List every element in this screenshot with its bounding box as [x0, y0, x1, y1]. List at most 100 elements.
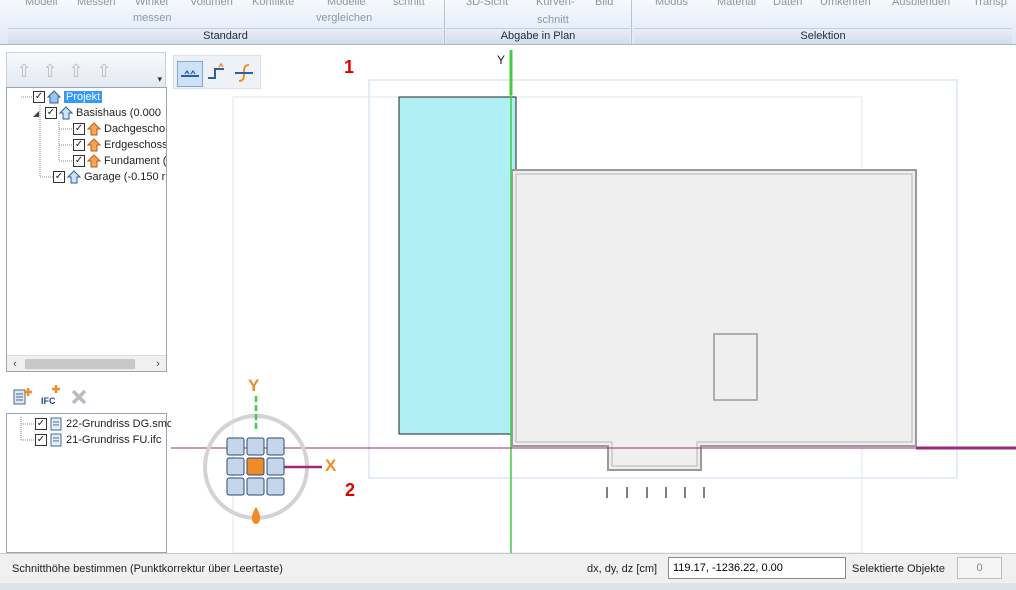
- ribbon-button[interactable]: Ausblenden: [892, 0, 950, 8]
- project-house-icon: [47, 90, 61, 104]
- ribbon-schnitt-label[interactable]: schnitt: [537, 14, 569, 26]
- storey-icon: [87, 138, 101, 152]
- tree-item-label: Erdgeschoss: [104, 139, 167, 151]
- section-plane-button[interactable]: [177, 61, 203, 87]
- storey-icon: [87, 154, 101, 168]
- checkbox[interactable]: ✓: [73, 123, 85, 135]
- tree-item-label: Projekt: [64, 91, 103, 103]
- group-separator: [444, 0, 445, 44]
- viewport-drawing: [171, 50, 1016, 553]
- view-mode-toolbar: [173, 55, 261, 89]
- ribbon-button[interactable]: Konflikte: [252, 0, 294, 8]
- ribbon-button[interactable]: Bild: [595, 0, 613, 8]
- ribbon-button[interactable]: Kurven-: [536, 0, 575, 8]
- tree-item-dachgeschoss[interactable]: ✓ Dachgescho: [73, 121, 165, 137]
- coordinate-label: dx, dy, dz [cm]: [587, 563, 658, 575]
- ribbon-button[interactable]: Daten: [773, 0, 802, 8]
- group-separator: [631, 0, 632, 44]
- marker-2: 2: [345, 480, 356, 500]
- move-up-icon[interactable]: ⇧: [39, 60, 61, 82]
- section-plane-icon: [181, 69, 199, 77]
- file-item[interactable]: ✓ 22-Grundriss DG.smc: [35, 416, 172, 432]
- horizontal-scrollbar[interactable]: ‹ ›: [7, 355, 166, 371]
- ribbon-button[interactable]: Winkel: [135, 0, 168, 8]
- ribbon-button[interactable]: Material: [717, 0, 756, 8]
- gizmo-y-label: Y: [248, 376, 260, 395]
- ribbon-button[interactable]: schnitt: [393, 0, 425, 8]
- document-icon: [50, 417, 62, 431]
- checkbox[interactable]: ✓: [35, 434, 47, 446]
- tree-item-fundament[interactable]: ✓ Fundament (: [73, 153, 166, 169]
- storey-icon: [87, 122, 101, 136]
- add-ifc-button[interactable]: IFC: [41, 396, 56, 406]
- expand-icon[interactable]: ◢: [33, 109, 43, 118]
- gizmo-x-label: X: [325, 456, 337, 475]
- toolbar-overflow-icon[interactable]: ▾: [157, 74, 162, 85]
- tree-item-label: Dachgescho: [104, 123, 166, 135]
- step-section-icon: [208, 62, 224, 79]
- selected-objects-label: Selektierte Objekte: [852, 563, 945, 575]
- marker-1: 1: [344, 57, 355, 77]
- move-up-icon[interactable]: ⇧: [93, 60, 115, 82]
- curve-section-button[interactable]: [232, 61, 258, 87]
- ribbon: Modell Messen Winkel Volumen Konflikte Modell…: [0, 0, 1016, 45]
- group-abgabe-in-plan: Abgabe in Plan: [446, 28, 630, 44]
- tree-item-basishaus[interactable]: ◢ ✓ Basishaus (0.000: [33, 105, 161, 121]
- grey-building[interactable]: [511, 169, 917, 471]
- checkbox[interactable]: ✓: [73, 139, 85, 151]
- step-section-button[interactable]: [205, 61, 231, 87]
- group-standard: Standard: [8, 28, 443, 44]
- scroll-right-icon[interactable]: ›: [150, 356, 166, 371]
- tree-item-erdgeschoss[interactable]: ✓ Erdgeschoss: [73, 137, 167, 153]
- delete-icon[interactable]: [70, 388, 88, 406]
- tree-item-projekt[interactable]: ✓ Projekt: [33, 89, 103, 105]
- ribbon-button[interactable]: Modus: [655, 0, 688, 8]
- building-icon: [59, 106, 73, 120]
- add-model-icon[interactable]: [12, 386, 34, 408]
- checkbox[interactable]: ✓: [53, 171, 65, 183]
- tree-item-label: Garage (-0.150 r: [84, 171, 166, 183]
- checkbox[interactable]: ✓: [45, 107, 57, 119]
- y-axis-label: Y: [497, 53, 506, 67]
- ribbon-button[interactable]: Messen: [77, 0, 116, 8]
- ribbon-button[interactable]: Modell: [25, 0, 57, 8]
- cyan-building[interactable]: [398, 96, 517, 435]
- files-toolbar: IFC: [6, 378, 167, 414]
- move-up-first-icon[interactable]: ⇧: [13, 60, 35, 82]
- tree-item-label: Fundament (: [104, 155, 167, 167]
- scrollbar-thumb[interactable]: [25, 359, 135, 369]
- scroll-left-icon[interactable]: ‹: [7, 356, 23, 371]
- foundation-posts: [606, 487, 705, 498]
- ribbon-button[interactable]: Modelle: [327, 0, 366, 8]
- ribbon-button[interactable]: Volumen: [190, 0, 233, 8]
- checkbox[interactable]: ✓: [33, 91, 45, 103]
- tree-item-label: Basishaus (0.000: [76, 107, 161, 119]
- ribbon-button[interactable]: Umkehren: [820, 0, 871, 8]
- viewport-canvas[interactable]: Y Y X 1 2: [171, 50, 1016, 553]
- building-icon: [67, 170, 81, 184]
- checkbox[interactable]: ✓: [73, 155, 85, 167]
- navigation-gizmo[interactable]: [203, 396, 322, 524]
- bottom-strip: [0, 583, 1016, 590]
- group-selektion: Selektion: [634, 28, 1012, 44]
- structure-tree: ✓ Projekt ◢ ✓ Basishaus (0.000 ✓ Dachges…: [6, 87, 167, 372]
- file-item[interactable]: ✓ 21-Grundriss FU.ifc: [35, 432, 161, 448]
- move-up-icon[interactable]: ⇧: [65, 60, 87, 82]
- ribbon-button[interactable]: Transp: [973, 0, 1007, 8]
- curve-section-icon: [235, 64, 253, 82]
- ribbon-messen-label[interactable]: messen: [133, 12, 172, 24]
- selected-objects-count: 0: [957, 557, 1002, 579]
- interior-room[interactable]: [713, 333, 758, 401]
- ribbon-vergleichen-label[interactable]: vergleichen: [316, 12, 372, 24]
- structure-toolbar: ⇧ ⇧ ⇧ ⇧ ▾: [6, 52, 166, 88]
- tree-item-garage[interactable]: ✓ Garage (-0.150 r: [53, 169, 165, 185]
- model-files-list: ✓ 22-Grundriss DG.smc ✓ 21-Grundriss FU.…: [6, 413, 172, 553]
- ribbon-button[interactable]: 3D-Sicht: [466, 0, 508, 8]
- coordinate-input[interactable]: [668, 557, 846, 579]
- file-item-label: 22-Grundriss DG.smc: [66, 418, 173, 430]
- checkbox[interactable]: ✓: [35, 418, 47, 430]
- status-message: Schnitthöhe bestimmen (Punktkorrektur üb…: [12, 563, 283, 575]
- document-icon: [50, 433, 62, 447]
- file-item-label: 21-Grundriss FU.ifc: [66, 434, 162, 446]
- status-bar: Schnitthöhe bestimmen (Punktkorrektur üb…: [0, 553, 1016, 583]
